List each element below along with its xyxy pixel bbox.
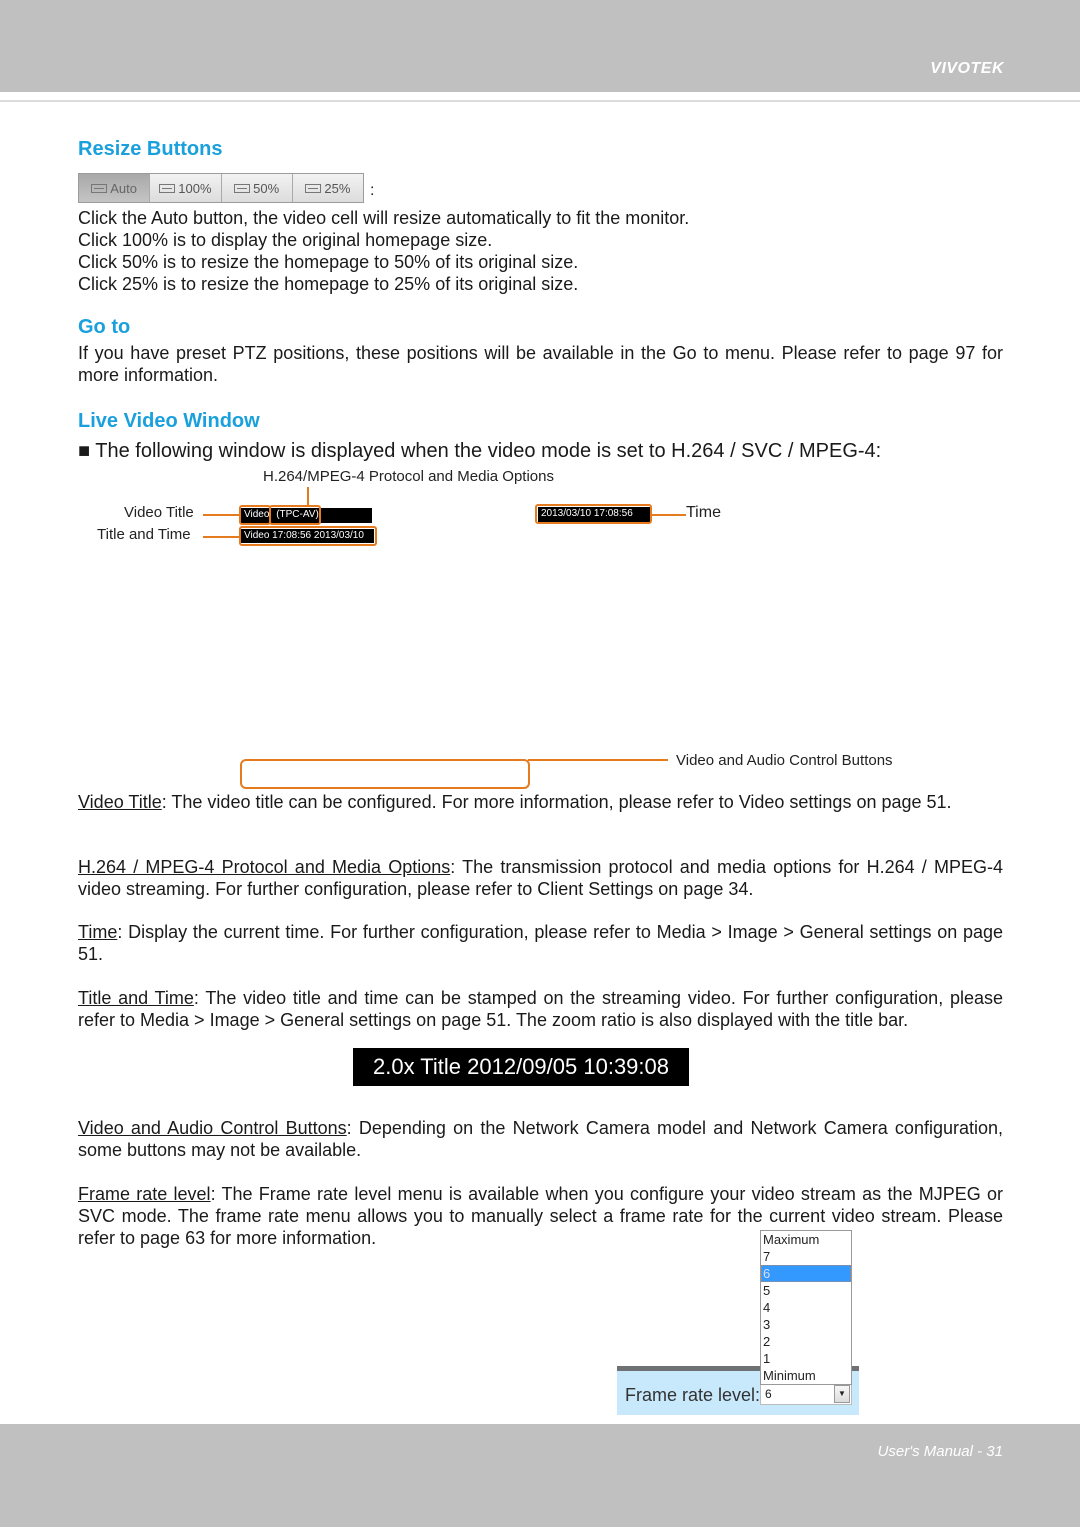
frame-rate-option-selected[interactable]: 6	[761, 1265, 851, 1282]
resize-button-strip: Auto 100% 50% 25%	[78, 173, 364, 203]
title-time-label: Title and Time	[97, 526, 191, 543]
frame-rate-option[interactable]: 7	[761, 1248, 851, 1265]
title-time-callout-line	[203, 536, 241, 538]
frame-rate-select[interactable]: 6 ▼	[760, 1383, 852, 1405]
desc-frame-rate: Frame rate level: The Frame rate level m…	[78, 1183, 1003, 1249]
desc-time: Time: Display the current time. For furt…	[78, 921, 1003, 965]
resize-auto-button[interactable]: Auto	[79, 174, 151, 202]
resize-icon	[91, 183, 108, 193]
brand-logo: VIVOTEK	[930, 60, 1004, 77]
live-intro: ■ The following window is displayed when…	[78, 440, 882, 462]
frame-rate-option[interactable]: 3	[761, 1316, 851, 1333]
term: Frame rate level	[78, 1184, 211, 1204]
term: Time	[78, 922, 118, 942]
controls-label: Video and Audio Control Buttons	[676, 752, 893, 769]
resize-icon	[305, 183, 322, 193]
desc-protocol-options: H.264 / MPEG-4 Protocol and Media Option…	[78, 856, 1003, 900]
protocol-callout-line	[307, 487, 309, 507]
control-buttons-highlight	[240, 759, 530, 789]
term: H.264 / MPEG-4 Protocol and Media Option…	[78, 857, 451, 877]
desc-control-buttons: Video and Audio Control Buttons: Dependi…	[78, 1117, 1003, 1161]
frame-rate-label: Frame rate level:	[625, 1385, 761, 1405]
frame-rate-option[interactable]: 2	[761, 1333, 851, 1350]
frame-rate-option[interactable]: 5	[761, 1282, 851, 1299]
frame-rate-dropdown-list: Maximum 7 6 5 4 3 2 1 Minimum	[760, 1230, 852, 1385]
colon: :	[370, 182, 375, 199]
controls-callout-line	[528, 759, 668, 761]
heading-resize-buttons: Resize Buttons	[78, 138, 223, 160]
resize-icon	[159, 183, 176, 193]
resize-line-2: Click 100% is to display the original ho…	[78, 230, 493, 250]
resize-100-label: 100%	[178, 180, 212, 196]
heading-go-to: Go to	[78, 316, 131, 338]
frame-rate-option[interactable]: Minimum	[761, 1367, 851, 1384]
heading-live-video-window: Live Video Window	[78, 410, 260, 432]
desc-video-title: Video Title: The video title can be conf…	[78, 791, 1003, 813]
resize-line-4: Click 25% is to resize the homepage to 2…	[78, 274, 579, 294]
time-highlight	[535, 504, 652, 524]
frame-rate-option[interactable]: 1	[761, 1350, 851, 1367]
resize-auto-label: Auto	[110, 180, 137, 196]
time-label: Time	[686, 504, 721, 521]
chevron-down-icon[interactable]: ▼	[834, 1385, 850, 1403]
frame-rate-option[interactable]: Maximum	[761, 1231, 851, 1248]
term: Video Title	[78, 792, 162, 812]
resize-icon	[234, 183, 251, 193]
protocol-highlight	[269, 505, 321, 525]
time-callout-line	[652, 514, 686, 516]
definition: : Display the current time. For further …	[78, 922, 1003, 964]
protocol-options-label: H.264/MPEG-4 Protocol and Media Options	[263, 468, 554, 485]
resize-50-label: 50%	[253, 180, 280, 196]
resize-25-button[interactable]: 25%	[292, 174, 363, 202]
resize-line-3: Click 50% is to resize the homepage to 5…	[78, 252, 579, 272]
title-time-stamp-example: 2.0x Title 2012/09/05 10:39:08	[353, 1048, 689, 1086]
definition: : The video title and time can be stampe…	[78, 988, 1003, 1030]
definition: : The video title can be configured. For…	[161, 792, 952, 812]
frame-rate-option[interactable]: 4	[761, 1299, 851, 1316]
frame-rate-selected-value: 6	[765, 1387, 772, 1401]
desc-title-time: Title and Time: The video title and time…	[78, 987, 1003, 1031]
resize-50-button[interactable]: 50%	[221, 174, 293, 202]
definition: : The Frame rate level menu is available…	[78, 1184, 1003, 1248]
video-title-label: Video Title	[124, 504, 194, 521]
page-number: User's Manual - 31	[877, 1443, 1003, 1460]
page-footer: User's Manual - 31	[0, 1424, 1080, 1527]
goto-paragraph: If you have preset PTZ positions, these …	[78, 343, 1003, 385]
header-divider	[0, 100, 1080, 102]
term: Video and Audio Control Buttons	[78, 1118, 347, 1138]
video-title-callout-line	[203, 514, 241, 516]
video-title-highlight	[239, 505, 271, 525]
resize-100-button[interactable]: 100%	[150, 174, 222, 202]
resize-25-label: 25%	[324, 180, 351, 196]
resize-line-1: Click the Auto button, the video cell wi…	[78, 208, 690, 228]
title-time-highlight	[239, 526, 377, 546]
term: Title and Time	[78, 988, 194, 1008]
page-header: VIVOTEK	[0, 0, 1080, 92]
